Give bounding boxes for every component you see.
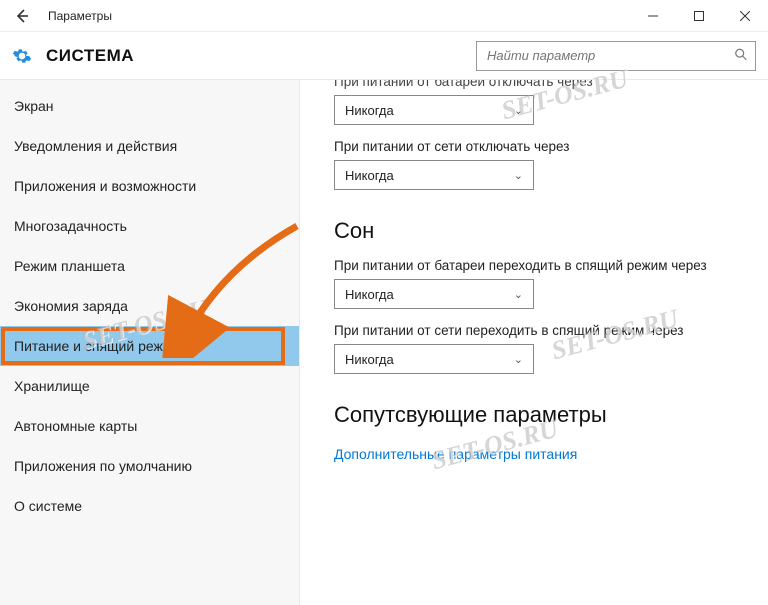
dropdown-value: Никогда <box>345 168 394 183</box>
sidebar-item-label: Экономия заряда <box>14 298 128 314</box>
chevron-down-icon: ⌄ <box>514 104 523 117</box>
arrow-left-icon <box>14 8 30 24</box>
window-controls <box>630 0 768 32</box>
sidebar-item-notifications[interactable]: Уведомления и действия <box>0 126 299 166</box>
link-additional-power[interactable]: Дополнительные параметры питания <box>334 446 577 462</box>
dropdown-plugged-screen-off[interactable]: Никогда ⌄ <box>334 160 534 190</box>
dropdown-battery-sleep[interactable]: Никогда ⌄ <box>334 279 534 309</box>
sidebar-item-label: Приложения по умолчанию <box>14 458 192 474</box>
dropdown-plugged-sleep[interactable]: Никогда ⌄ <box>334 344 534 374</box>
sidebar-item-apps[interactable]: Приложения и возможности <box>0 166 299 206</box>
chevron-down-icon: ⌄ <box>514 353 523 366</box>
content-pane: При питании от батареи отключать через Н… <box>300 80 768 605</box>
dropdown-value: Никогда <box>345 103 394 118</box>
sidebar-item-label: Питание и спящий режим <box>14 338 180 354</box>
search-input[interactable] <box>476 41 756 71</box>
heading-related: Сопутсвующие параметры <box>334 402 748 428</box>
chevron-down-icon: ⌄ <box>514 288 523 301</box>
sidebar-item-label: Автономные карты <box>14 418 137 434</box>
heading-sleep: Сон <box>334 218 748 244</box>
back-button[interactable] <box>0 0 44 32</box>
sidebar-item-power-sleep[interactable]: Питание и спящий режим <box>0 326 299 366</box>
titlebar: Параметры <box>0 0 768 32</box>
label-plugged-screen-off: При питании от сети отключать через <box>334 139 748 154</box>
label-plugged-sleep: При питании от сети переходить в спящий … <box>334 323 748 338</box>
dropdown-value: Никогда <box>345 287 394 302</box>
search-wrap <box>476 41 756 71</box>
minimize-icon <box>648 11 658 21</box>
sidebar-item-label: Многозадачность <box>14 218 127 234</box>
maximize-button[interactable] <box>676 0 722 32</box>
close-button[interactable] <box>722 0 768 32</box>
chevron-down-icon: ⌄ <box>514 169 523 182</box>
sidebar-item-label: Режим планшета <box>14 258 125 274</box>
sidebar-item-display[interactable]: Экран <box>0 86 299 126</box>
sidebar-item-label: Приложения и возможности <box>14 178 196 194</box>
sidebar-item-storage[interactable]: Хранилище <box>0 366 299 406</box>
window-title: Параметры <box>48 9 112 23</box>
sidebar-item-label: Уведомления и действия <box>14 138 177 154</box>
sidebar-item-about[interactable]: О системе <box>0 486 299 526</box>
dropdown-value: Никогда <box>345 352 394 367</box>
dropdown-battery-screen-off[interactable]: Никогда ⌄ <box>334 95 534 125</box>
sidebar-item-battery-saver[interactable]: Экономия заряда <box>0 286 299 326</box>
label-battery-screen-off: При питании от батареи отключать через <box>334 80 748 89</box>
settings-gear-icon <box>12 46 32 66</box>
maximize-icon <box>694 11 704 21</box>
sidebar-item-label: Экран <box>14 98 54 114</box>
close-icon <box>740 11 750 21</box>
sidebar-item-label: О системе <box>14 498 82 514</box>
sidebar-item-label: Хранилище <box>14 378 90 394</box>
sidebar-item-default-apps[interactable]: Приложения по умолчанию <box>0 446 299 486</box>
header: СИСТЕМА <box>0 32 768 80</box>
body: Экран Уведомления и действия Приложения … <box>0 80 768 605</box>
sidebar-item-offline-maps[interactable]: Автономные карты <box>0 406 299 446</box>
sidebar-item-tablet-mode[interactable]: Режим планшета <box>0 246 299 286</box>
label-battery-sleep: При питании от батареи переходить в спящ… <box>334 258 748 273</box>
sidebar-item-multitasking[interactable]: Многозадачность <box>0 206 299 246</box>
page-title: СИСТЕМА <box>46 46 134 66</box>
minimize-button[interactable] <box>630 0 676 32</box>
sidebar: Экран Уведомления и действия Приложения … <box>0 80 300 605</box>
